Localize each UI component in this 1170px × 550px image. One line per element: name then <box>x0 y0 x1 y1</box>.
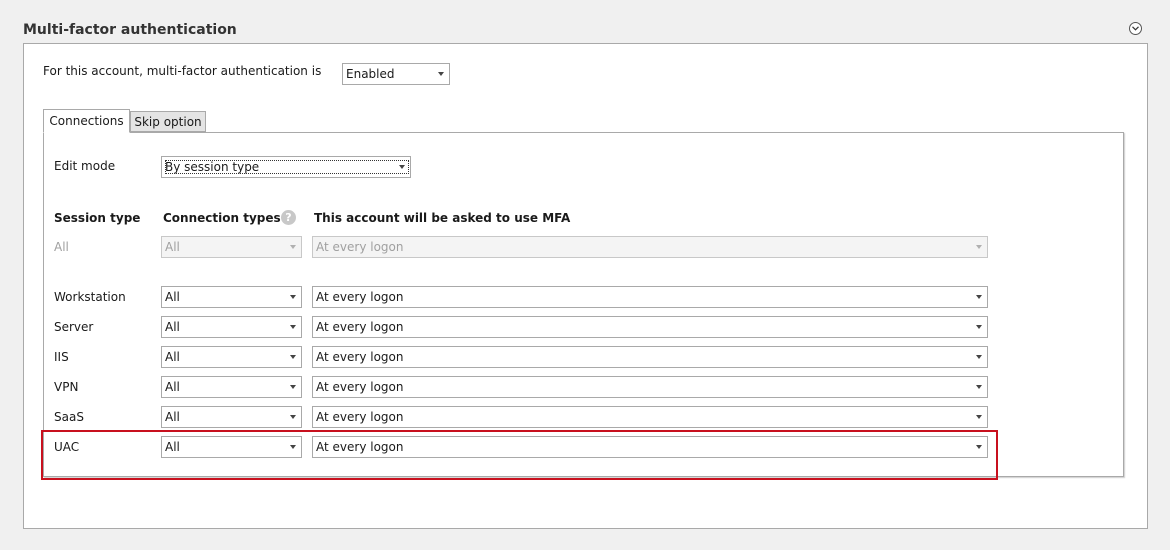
dropdown-arrow-icon <box>290 385 296 389</box>
mfa-frequency-select[interactable]: At every logon <box>312 316 988 338</box>
select-value: All <box>165 440 180 454</box>
column-header-mfa: This account will be asked to use MFA <box>314 211 571 225</box>
select-value: At every logon <box>316 320 404 334</box>
connection-type-all-select: All <box>161 236 302 258</box>
dropdown-arrow-icon <box>290 445 296 449</box>
mfa-frequency-select[interactable]: At every logon <box>312 376 988 398</box>
connection-type-select[interactable]: All <box>161 316 302 338</box>
dropdown-arrow-icon <box>976 385 982 389</box>
select-value: All <box>165 320 180 334</box>
dropdown-arrow-icon <box>976 325 982 329</box>
dropdown-arrow-icon <box>399 165 405 169</box>
session-type-label: SaaS <box>54 410 84 424</box>
select-value: All <box>165 380 180 394</box>
select-value: At every logon <box>316 350 404 364</box>
session-type-label: IIS <box>54 350 69 364</box>
mfa-all-select: At every logon <box>312 236 988 258</box>
dropdown-arrow-icon <box>290 355 296 359</box>
session-type-label: VPN <box>54 380 79 394</box>
session-type-label: Workstation <box>54 290 126 304</box>
session-type-label: UAC <box>54 440 80 454</box>
select-value: At every logon <box>316 440 404 454</box>
dropdown-arrow-icon <box>976 355 982 359</box>
mfa-status-label: For this account, multi-factor authentic… <box>43 64 322 78</box>
select-value: All <box>165 240 180 254</box>
dropdown-arrow-icon <box>438 72 444 76</box>
help-icon[interactable]: ? <box>281 210 296 225</box>
select-value: At every logon <box>316 410 404 424</box>
session-type-label: Server <box>54 320 94 334</box>
dropdown-arrow-icon <box>290 245 296 249</box>
dropdown-arrow-icon <box>290 415 296 419</box>
select-value: At every logon <box>316 290 404 304</box>
collapse-button[interactable] <box>1129 22 1142 35</box>
connection-type-select[interactable]: All <box>161 346 302 368</box>
dropdown-arrow-icon <box>976 245 982 249</box>
connection-type-select[interactable]: All <box>161 436 302 458</box>
select-value: All <box>165 290 180 304</box>
dropdown-arrow-icon <box>290 325 296 329</box>
mfa-status-value: Enabled <box>346 67 395 81</box>
select-value: At every logon <box>316 380 404 394</box>
tab-skip-option[interactable]: Skip option <box>130 111 206 132</box>
mfa-frequency-select[interactable]: At every logon <box>312 286 988 308</box>
connection-type-select[interactable]: All <box>161 376 302 398</box>
select-value: At every logon <box>316 240 404 254</box>
tab-connections[interactable]: Connections <box>43 109 130 133</box>
edit-mode-value: By session type <box>165 160 410 174</box>
mfa-frequency-select[interactable]: At every logon <box>312 406 988 428</box>
edit-mode-select[interactable]: By session type <box>161 156 411 178</box>
edit-mode-label: Edit mode <box>54 159 116 173</box>
connection-type-select[interactable]: All <box>161 406 302 428</box>
session-type-all-label: All <box>54 240 69 254</box>
mfa-frequency-select[interactable]: At every logon <box>312 436 988 458</box>
dropdown-arrow-icon <box>976 295 982 299</box>
connection-type-select[interactable]: All <box>161 286 302 308</box>
dropdown-arrow-icon <box>976 445 982 449</box>
column-header-connection-types: Connection types <box>163 211 281 225</box>
select-value: All <box>165 350 180 364</box>
section-title: Multi-factor authentication <box>23 22 237 38</box>
mfa-status-select[interactable]: Enabled <box>342 63 450 85</box>
mfa-frequency-select[interactable]: At every logon <box>312 346 988 368</box>
dropdown-arrow-icon <box>290 295 296 299</box>
select-value: All <box>165 410 180 424</box>
dropdown-arrow-icon <box>976 415 982 419</box>
column-header-session-type: Session type <box>54 211 141 225</box>
chevron-down-icon <box>1132 26 1139 31</box>
